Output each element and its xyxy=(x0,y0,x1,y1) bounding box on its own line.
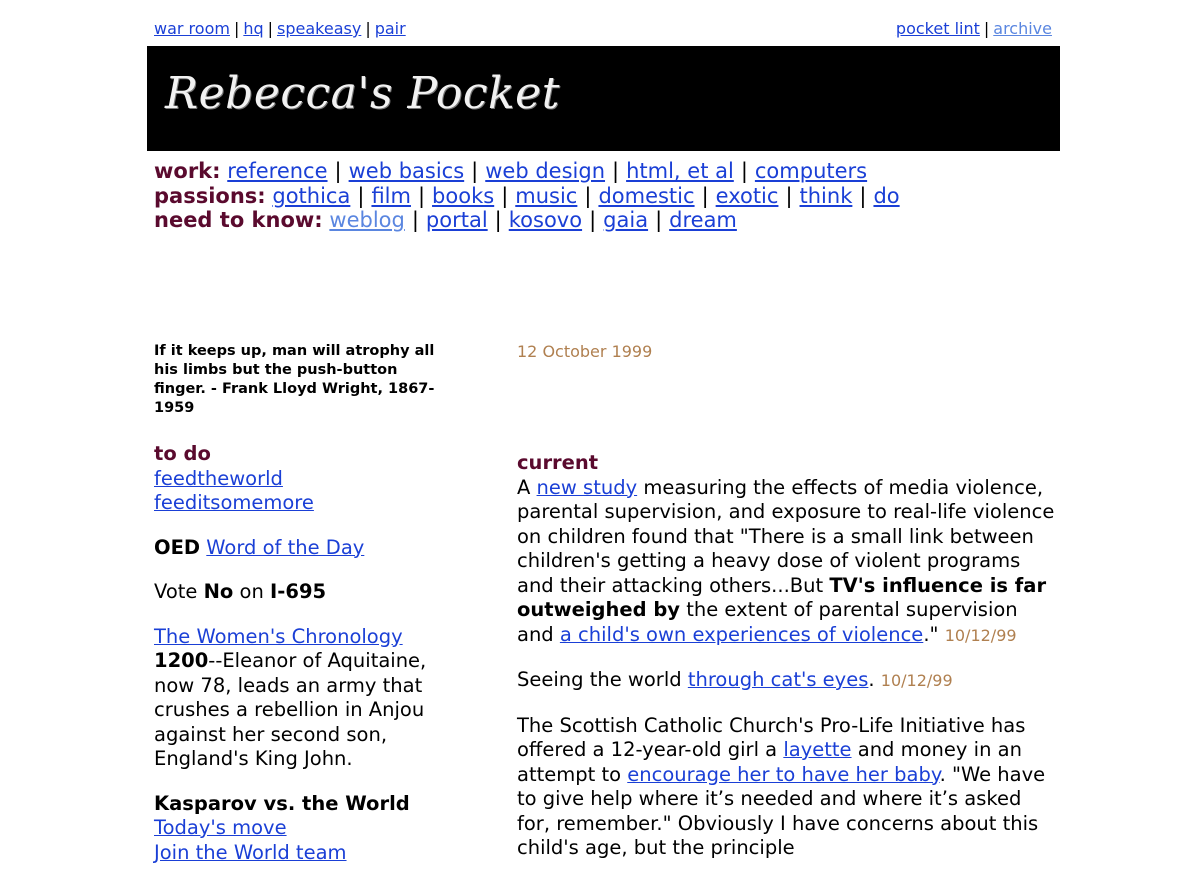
nav-link-film[interactable]: film xyxy=(371,184,411,208)
top-links-left: war room | hq | speakeasy | pair xyxy=(154,19,406,38)
layette-link[interactable]: layette xyxy=(783,738,851,761)
cats-eyes-link[interactable]: through cat's eyes xyxy=(688,668,869,691)
section-title-current: current xyxy=(517,451,599,474)
nav-link-gothica[interactable]: gothica xyxy=(272,184,350,208)
nav-link-web-design[interactable]: web design xyxy=(485,159,605,183)
nav-row-need-to-know: need to know: weblog | portal | kosovo | gaia |… xyxy=(154,208,737,232)
pocket-lint-link[interactable]: pocket lint xyxy=(896,19,980,38)
todays-move-link[interactable]: Today's move xyxy=(154,816,287,839)
vote-text: Vote xyxy=(154,580,198,603)
nav-row-work: work: reference | web basics | web design | ht… xyxy=(154,159,868,183)
post-date: 12 October 1999 xyxy=(517,342,653,361)
vote-measure: I-695 xyxy=(270,580,327,603)
nav-link-books[interactable]: books xyxy=(432,184,494,208)
entry-media-violence: A new study measuring the effects of med… xyxy=(517,475,1055,646)
nav-link-reference[interactable]: reference xyxy=(227,159,327,183)
nav-link-web-basics[interactable]: web basics xyxy=(349,159,465,183)
site-banner: Rebecca's Pocket xyxy=(147,46,1060,151)
nav-link-exotic[interactable]: exotic xyxy=(716,184,779,208)
feedtheworld-link[interactable]: feedtheworld xyxy=(154,467,283,490)
chronology-year: 1200 xyxy=(154,649,209,672)
main-nav: work: reference | web basics | web design | ht… xyxy=(154,159,900,233)
oed-label: OED xyxy=(154,535,201,559)
war-room-link[interactable]: war room xyxy=(154,19,230,38)
oed-block: OED Word of the Day xyxy=(154,536,454,561)
nav-link-do[interactable]: do xyxy=(873,184,899,208)
new-study-link[interactable]: new study xyxy=(537,476,638,499)
nav-link-computers[interactable]: computers xyxy=(755,159,867,183)
archive-link[interactable]: archive xyxy=(993,19,1052,38)
nav-label-passions: passions: xyxy=(154,183,266,208)
site-logo[interactable]: Rebecca's Pocket xyxy=(165,68,560,119)
vote-no: No xyxy=(203,580,234,603)
pair-link[interactable]: pair xyxy=(375,19,406,38)
sidebar: If it keeps up, man will atrophy all his… xyxy=(154,342,454,865)
speakeasy-link[interactable]: speakeasy xyxy=(277,19,361,38)
entry-timestamp: 10/12/99 xyxy=(944,625,1017,645)
nav-link-domestic[interactable]: domestic xyxy=(598,184,694,208)
kasparov-title: Kasparov vs. the World xyxy=(154,791,410,815)
entry-cats-eyes: Seeing the world through cat's eyes. 10/… xyxy=(517,668,953,691)
vote-block: Vote No on I-695 xyxy=(154,580,454,605)
hq-link[interactable]: hq xyxy=(243,19,263,38)
nav-link-music[interactable]: music xyxy=(515,184,577,208)
chronology-block: The Women's Chronology 1200--Eleanor of … xyxy=(154,625,454,772)
childs-own-experiences-link[interactable]: a child's own experiences of violence xyxy=(560,623,923,646)
nav-label-need-to-know: need to know: xyxy=(154,208,323,232)
nav-link-weblog[interactable]: weblog xyxy=(329,208,404,232)
sidebar-quote: If it keeps up, man will atrophy all his… xyxy=(154,343,435,416)
nav-link-think[interactable]: think xyxy=(800,184,853,208)
nav-row-passions: passions: gothica | film | books | music | domes… xyxy=(154,183,900,208)
vote-on: on xyxy=(239,580,264,603)
todo-block: to do feedtheworld feeditsomemore xyxy=(154,442,454,516)
word-of-the-day-link[interactable]: Word of the Day xyxy=(206,536,364,559)
kasparov-block: Kasparov vs. the World Today's move Join… xyxy=(154,792,454,866)
nav-link-html[interactable]: html, et al xyxy=(626,159,734,183)
feeditsomemore-link[interactable]: feeditsomemore xyxy=(154,491,314,514)
top-links-right: pocket lint | archive xyxy=(895,19,1052,38)
todo-title: to do xyxy=(154,442,211,465)
nav-link-portal[interactable]: portal xyxy=(426,208,488,232)
womens-chronology-link[interactable]: The Women's Chronology xyxy=(154,625,403,648)
entry-pro-life: The Scottish Catholic Church's Pro-Life … xyxy=(517,713,1046,860)
entry-timestamp: 10/12/99 xyxy=(880,671,953,690)
nav-link-kosovo[interactable]: kosovo xyxy=(509,208,582,232)
encourage-baby-link[interactable]: encourage her to have her baby xyxy=(627,763,939,786)
nav-link-gaia[interactable]: gaia xyxy=(603,208,648,232)
join-world-team-link[interactable]: Join the World team xyxy=(154,841,347,864)
main-content: 12 October 1999 current A new study meas… xyxy=(517,342,1057,881)
nav-label-work: work: xyxy=(154,159,221,183)
nav-link-dream[interactable]: dream xyxy=(669,208,737,232)
